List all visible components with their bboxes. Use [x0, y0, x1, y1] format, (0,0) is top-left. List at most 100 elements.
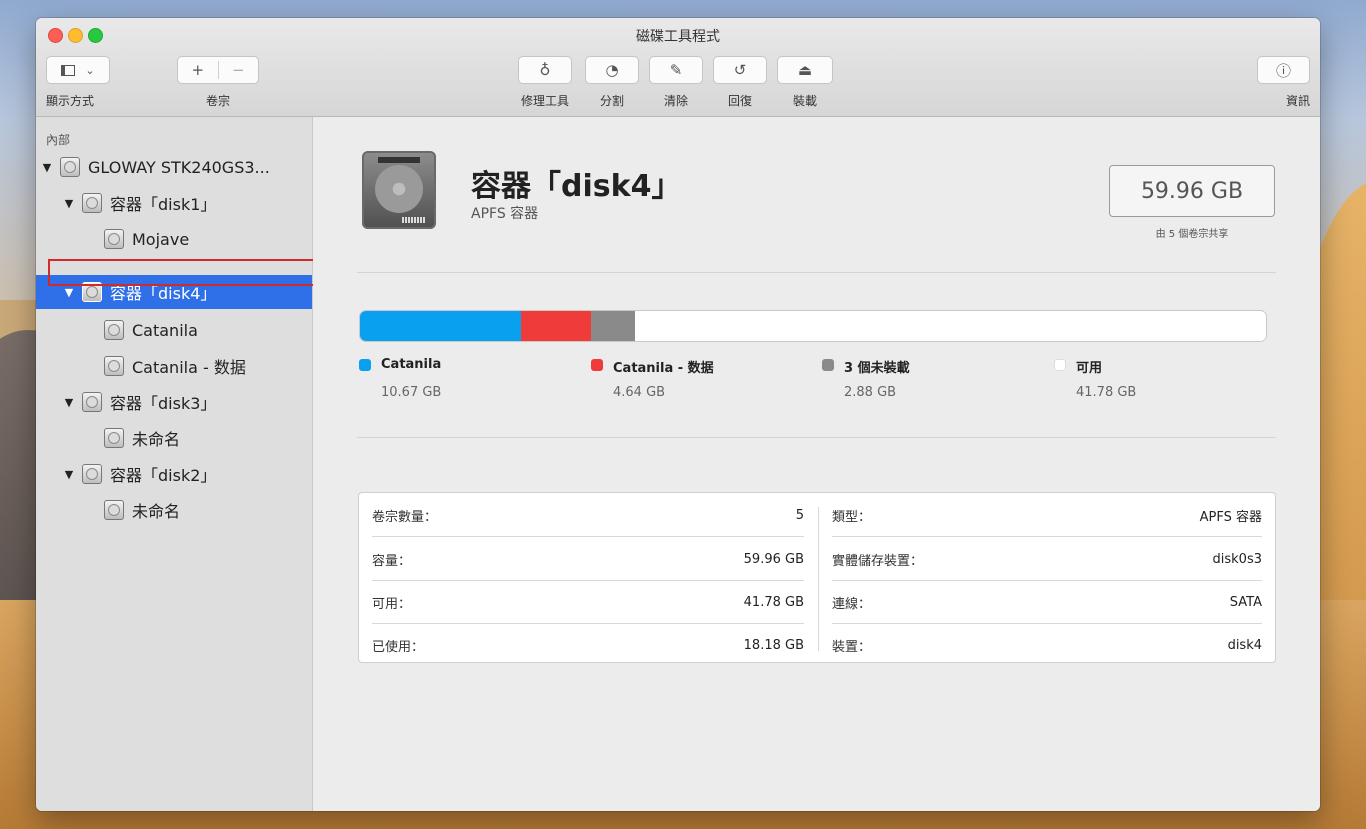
info-key: 已使用：: [372, 639, 425, 655]
info-key: 卷宗數量：: [372, 509, 438, 525]
sidebar-item-label: 容器「disk2」: [110, 466, 217, 485]
hard-disk-icon: [362, 151, 436, 229]
info-key: 連線：: [832, 596, 872, 612]
info-icon: ⓘ: [1275, 61, 1291, 80]
sidebar-item-label: 未命名: [132, 502, 181, 521]
titlebar: 磁碟工具程式 ⌄ 顯示方式 + − 卷宗 ♁ 修理工具 ◔ 分割 ✎ 清除 ↺ …: [36, 18, 1320, 117]
disk-icon: [60, 157, 80, 177]
info-row-physical-store: 實體儲存裝置： disk0s3: [832, 537, 1262, 581]
window-title: 磁碟工具程式: [636, 29, 720, 45]
info-key: 容量：: [372, 553, 412, 569]
usage-segment: [521, 311, 592, 341]
disclosure-triangle-icon[interactable]: ▼: [62, 286, 76, 299]
volume-label: 卷宗: [205, 94, 230, 108]
container-title: 容器「disk4」: [471, 169, 682, 204]
disk-icon: [104, 500, 124, 520]
erase-icon: ✎: [669, 61, 683, 79]
legend-name: Catanila - 数据: [613, 361, 714, 376]
disk-icon: [104, 356, 124, 376]
sidebar-item-label: Mojave: [132, 229, 190, 249]
main-panel: 容器「disk4」 APFS 容器 59.96 GB 由 5 個卷宗共享 Cat…: [313, 117, 1320, 811]
sidebar: 內部 ▼ GLOWAY STK240GS3... ▼ 容器「disk1」 Moj…: [36, 117, 313, 811]
legend-name: 3 個未裝載: [844, 361, 910, 376]
disk-connector: [402, 217, 426, 223]
info-row-capacity: 容量： 59.96 GB: [372, 537, 804, 581]
legend-value: 10.67 GB: [381, 385, 442, 400]
legend-name: Catanila: [381, 357, 442, 372]
remove-volume-button[interactable]: −: [219, 61, 259, 79]
info-value: 59.96 GB: [743, 551, 804, 567]
disclosure-triangle-icon[interactable]: ▼: [62, 197, 76, 210]
restore-button[interactable]: ↺: [713, 56, 767, 84]
info-value: disk0s3: [1212, 551, 1262, 567]
container-subtitle: APFS 容器: [471, 206, 539, 222]
usage-segment: [634, 311, 1266, 341]
disk-platter: [375, 165, 423, 213]
divider: [357, 437, 1276, 438]
sidebar-item-label: Catanila: [132, 320, 198, 340]
disk-icon: [104, 229, 124, 249]
info-value: disk4: [1227, 637, 1262, 653]
legend-swatch: [591, 359, 603, 371]
disk-utility-window: 磁碟工具程式 ⌄ 顯示方式 + − 卷宗 ♁ 修理工具 ◔ 分割 ✎ 清除 ↺ …: [36, 18, 1320, 811]
info-row-device: 裝置： disk4: [832, 623, 1262, 667]
disclosure-triangle-icon[interactable]: ▼: [62, 468, 76, 481]
info-value: 41.78 GB: [743, 594, 804, 610]
sidebar-section-internal: 內部: [46, 133, 71, 147]
disk-icon: [104, 320, 124, 340]
info-value: SATA: [1229, 594, 1262, 610]
info-row-type: 類型： APFS 容器: [832, 493, 1262, 537]
info-row-used: 已使用： 18.18 GB: [372, 623, 804, 667]
chevron-down-icon: ⌄: [85, 63, 95, 77]
sidebar-item-label: GLOWAY STK240GS3...: [88, 157, 270, 177]
add-volume-button[interactable]: +: [178, 61, 219, 79]
info-key: 可用：: [372, 596, 412, 612]
sidebar-item-label: Catanila - 数据: [132, 358, 246, 377]
view-button[interactable]: ⌄: [46, 56, 110, 84]
info-table: 卷宗數量： 5 容量： 59.96 GB 可用： 41.78 GB 已使用： 1…: [358, 492, 1276, 663]
info-key: 裝置：: [832, 639, 872, 655]
first-aid-button[interactable]: ♁: [518, 56, 572, 84]
erase-label: 清除: [663, 94, 688, 108]
info-key: 實體儲存裝置：: [832, 553, 924, 569]
sidebar-icon: [61, 64, 76, 76]
erase-button[interactable]: ✎: [649, 56, 703, 84]
legend-swatch: [822, 359, 834, 371]
info-label: 資訊: [1285, 94, 1310, 108]
info-row-available: 可用： 41.78 GB: [372, 580, 804, 624]
disk-icon: [82, 464, 102, 484]
sidebar-item-gloway[interactable]: ▼ GLOWAY STK240GS3...: [36, 150, 316, 184]
legend-swatch: [359, 359, 371, 371]
disk-icon: [104, 428, 124, 448]
restore-label: 回復: [727, 94, 752, 108]
legend-name: 可用: [1076, 361, 1103, 376]
divider: [357, 272, 1276, 273]
usage-segment: [591, 311, 635, 341]
stethoscope-icon: ♁: [539, 61, 551, 79]
legend-value: 41.78 GB: [1076, 385, 1137, 400]
info-button[interactable]: ⓘ: [1257, 56, 1310, 84]
partition-label: 分割: [599, 94, 624, 108]
usage-bar: [359, 310, 1267, 342]
mount-button[interactable]: ⏏: [777, 56, 833, 84]
sidebar-item-label: 未命名: [132, 430, 181, 449]
disk-icon: [82, 193, 102, 213]
sidebar-item-disk2[interactable]: ▼ 容器「disk2」: [36, 457, 338, 491]
sidebar-item-disk1[interactable]: ▼ 容器「disk1」: [36, 186, 338, 220]
pie-icon: ◔: [605, 61, 619, 79]
info-row-connection: 連線： SATA: [832, 580, 1262, 624]
partition-button[interactable]: ◔: [585, 56, 639, 84]
column-divider: [818, 507, 819, 651]
disclosure-triangle-icon[interactable]: ▼: [62, 396, 76, 409]
disk-label-strip: [378, 157, 420, 163]
sidebar-item-label: 容器「disk1」: [110, 195, 217, 214]
view-label: 顯示方式: [46, 94, 95, 108]
info-value: 18.18 GB: [743, 637, 804, 653]
sidebar-item-disk3[interactable]: ▼ 容器「disk3」: [36, 385, 338, 419]
legend-swatch: [1054, 359, 1066, 371]
legend-value: 4.64 GB: [613, 385, 666, 400]
disclosure-triangle-icon[interactable]: ▼: [40, 161, 54, 174]
sidebar-item-label: 容器「disk3」: [110, 394, 217, 413]
mount-icon: ⏏: [797, 61, 813, 79]
legend-value: 2.88 GB: [844, 385, 897, 400]
